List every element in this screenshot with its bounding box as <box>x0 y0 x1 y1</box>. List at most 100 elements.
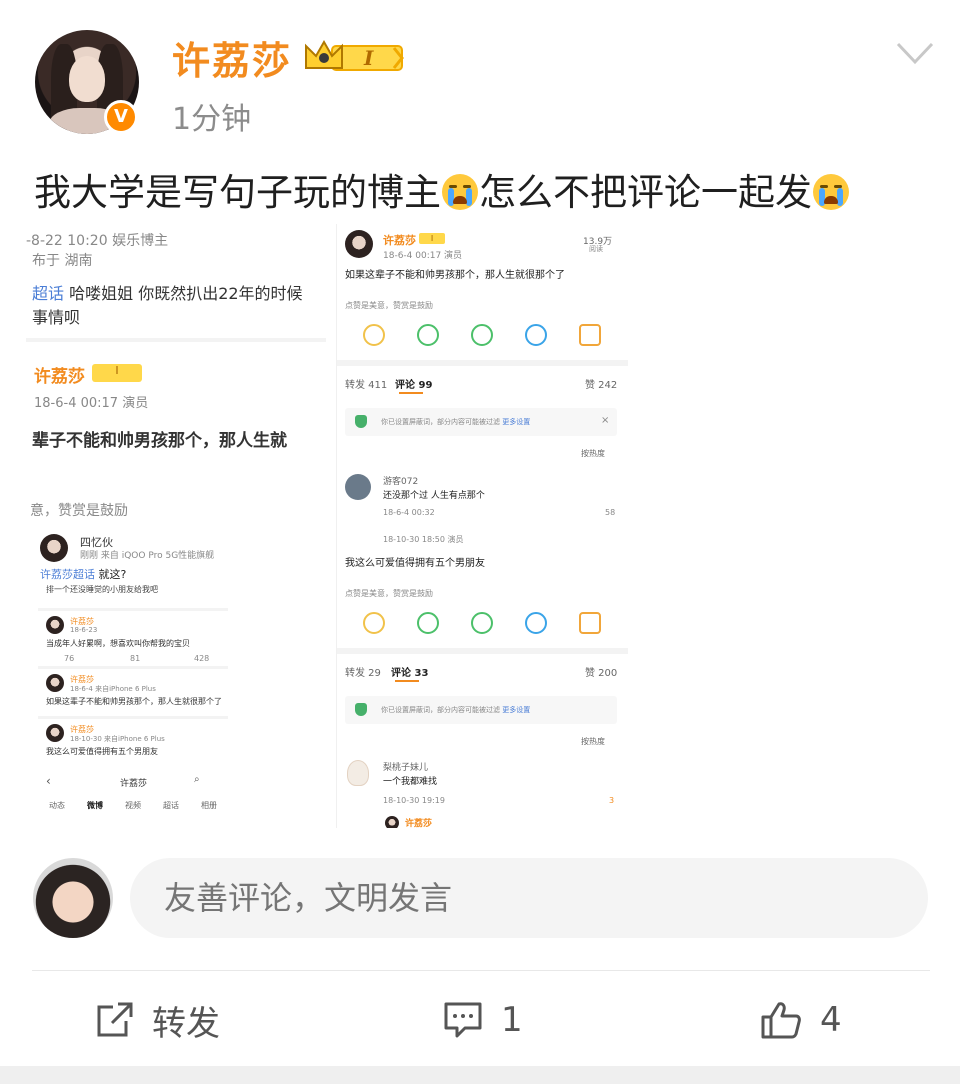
nested-tab-album[interactable]: 相册 <box>201 800 217 820</box>
post-time: 1分钟 <box>172 102 252 137</box>
nested-back-icon[interactable]: ‹ <box>46 774 51 788</box>
comment1-avatar <box>345 474 371 500</box>
nested-meta: 刚刚 来自 iQOO Pro 5G性能旗舰 <box>80 551 215 561</box>
left-topic-text: 哈喽姐姐 你既然扒出22年的时候 <box>64 284 303 303</box>
filter-notice-label: 你已设置屏蔽词，部分内容可能被过滤 <box>381 418 500 426</box>
right-reward: 点赞是美意，赞赏是鼓励 <box>345 301 433 310</box>
left-inner-badge: I <box>92 364 142 382</box>
comment-count: 1 <box>501 1000 523 1040</box>
nested-line1: 排一个还没睡觉的小朋友给我吧 <box>46 585 158 594</box>
divider <box>26 338 326 342</box>
nested-c2-date: 18-6-4 来自iPhone 6 Plus <box>70 685 156 693</box>
divider <box>32 970 930 971</box>
current-user-avatar[interactable] <box>33 858 113 938</box>
filter-notice-2-text: 你已设置屏蔽词，部分内容可能被过滤 更多设置 <box>381 705 530 715</box>
attached-image-right[interactable]: 许荔莎 I 18-6-4 00:17 演员 13.9万 阅读 如果这辈子不能和帅… <box>336 224 628 828</box>
comment1-likes[interactable]: 58 <box>605 508 615 517</box>
left-inner-footer: 意，赞赏是鼓励 <box>30 503 128 519</box>
nested-c1-avatar <box>46 616 64 634</box>
left-topic-line: 超话 哈喽姐姐 你既然扒出22年的时候 <box>32 280 303 304</box>
nested-tab-weibo[interactable]: 微博 <box>87 800 103 820</box>
nested-tab-super[interactable]: 超话 <box>163 800 179 820</box>
reward-icon[interactable] <box>363 324 385 346</box>
sort-hot[interactable]: 按热度 <box>581 448 605 459</box>
filter-notice-2: 你已设置屏蔽词，部分内容可能被过滤 更多设置 <box>345 696 617 724</box>
right-avatar <box>345 230 373 258</box>
nested-c3-text: 我这么可爱值得拥有五个男朋友 <box>46 747 158 756</box>
repost-label: 转发 <box>152 1003 220 1044</box>
nested-tabbar: 动态 微博 视频 超话 相册 <box>38 800 228 820</box>
repost-icon <box>97 1002 133 1037</box>
save-icon[interactable] <box>579 612 601 634</box>
comment2-name: 梨桃子妹儿 <box>383 763 429 773</box>
nested-c3-avatar <box>46 724 64 742</box>
nested-topic-suffix: 就这? <box>95 568 127 581</box>
right-tab-repost[interactable]: 转发 411 <box>345 376 387 391</box>
left-inner-text: 辈子不能和帅男孩那个，那人生就 <box>32 431 287 451</box>
comment-input[interactable] <box>130 858 928 938</box>
bottom-strip <box>0 1066 960 1084</box>
left-inner-name: 许荔莎 <box>34 367 85 387</box>
like-button[interactable]: 4 <box>760 995 842 1045</box>
nested-tab-video[interactable]: 视频 <box>125 800 141 820</box>
crown-icon: I <box>305 39 404 71</box>
divider <box>38 608 228 611</box>
right-views-label: 阅读 <box>589 245 603 253</box>
comment1-date: 18-6-4 00:32 <box>383 508 435 517</box>
crying-emoji-icon <box>442 174 478 210</box>
nested-c1-date: 18-6-23 <box>70 626 98 634</box>
action-bar: 转发 1 4 <box>0 975 960 1065</box>
post2-tab-repost[interactable]: 转发 29 <box>345 664 381 679</box>
post2-date: 18-10-30 18:50 演员 <box>383 535 464 544</box>
filter-notice-2-link[interactable]: 更多设置 <box>502 706 530 714</box>
divider <box>337 648 628 654</box>
post-text-part2: 怎么不把评论一起发 <box>479 171 812 214</box>
left-topic-link[interactable]: 超话 <box>32 284 64 303</box>
nested-c2-text: 如果这辈子不能和帅男孩那个，那人生就很那个了 <box>46 697 222 706</box>
repost-button[interactable]: 转发 <box>96 995 220 1045</box>
nested-avatar <box>40 534 68 562</box>
save-icon[interactable] <box>579 324 601 346</box>
comment2-likes[interactable]: 3 <box>609 796 614 805</box>
wechat-icon[interactable] <box>417 612 439 634</box>
nested-screenshot: 四忆伙 刚刚 来自 iQOO Pro 5G性能旗舰 许荔莎超话 就这? 排一个还… <box>38 528 228 828</box>
left-inner-time: 18-6-4 00:17 演员 <box>34 396 149 411</box>
moments-icon[interactable] <box>471 612 493 634</box>
nested-tab-dynamic[interactable]: 动态 <box>49 800 65 820</box>
sort-hot-2[interactable]: 按热度 <box>581 736 605 747</box>
qq-icon[interactable] <box>525 324 547 346</box>
comment-button[interactable]: 1 <box>443 995 523 1045</box>
comment2-avatar <box>347 760 369 786</box>
right-tab-like[interactable]: 赞 242 <box>585 376 617 391</box>
active-tab-underline <box>399 392 423 394</box>
like-count: 4 <box>820 1000 842 1040</box>
post2-text: 我这么可爱值得拥有五个男朋友 <box>345 558 485 569</box>
moments-icon[interactable] <box>471 324 493 346</box>
active-tab-underline <box>395 680 419 682</box>
nested-search-icon[interactable]: ⌕ <box>194 774 200 785</box>
left-topic-line2: 事情呗 <box>32 308 81 327</box>
filter-notice-text: 你已设置屏蔽词，部分内容可能被过滤 更多设置 <box>381 417 530 427</box>
right-tab-comment[interactable]: 评论 99 <box>395 376 432 391</box>
filter-notice-link[interactable]: 更多设置 <box>502 418 530 426</box>
footer-name: 许荔莎 <box>405 819 433 828</box>
nested-topic-link[interactable]: 许荔莎超话 <box>40 568 95 581</box>
wechat-icon[interactable] <box>417 324 439 346</box>
attached-image-left[interactable]: -8-22 10:20 娱乐博主 布于 湖南 超话 哈喽姐姐 你既然扒出22年的… <box>26 222 326 832</box>
left-meta: -8-22 10:20 娱乐博主 <box>26 233 169 249</box>
author-name[interactable]: 许荔莎 <box>172 30 292 85</box>
reward-icon[interactable] <box>363 612 385 634</box>
chevron-down-icon[interactable] <box>896 40 934 66</box>
like-icon <box>761 1002 801 1039</box>
post2-tab-comment[interactable]: 评论 33 <box>391 664 428 679</box>
shield-icon <box>355 415 367 428</box>
nested-c1-stat-like: 428 <box>194 654 210 663</box>
crying-emoji-icon <box>813 174 849 210</box>
post2-tab-like[interactable]: 赞 200 <box>585 664 617 679</box>
divider <box>38 716 228 719</box>
close-icon[interactable]: × <box>601 415 609 426</box>
footer-avatar <box>385 816 399 828</box>
qq-icon[interactable] <box>525 612 547 634</box>
nested-topic: 许荔莎超话 就这? <box>40 566 126 582</box>
divider <box>337 360 628 366</box>
